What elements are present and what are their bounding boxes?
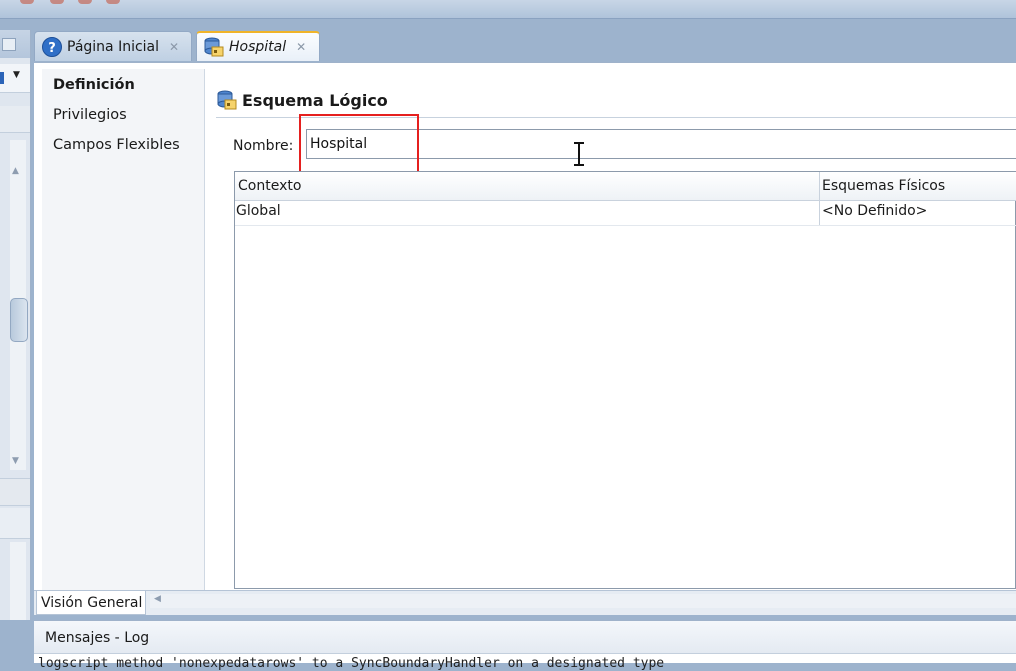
- scroll-down-icon[interactable]: ▼: [12, 456, 19, 466]
- tab-vision-general[interactable]: Visión General: [36, 591, 146, 615]
- column-header-contexto[interactable]: Contexto: [238, 178, 301, 194]
- chevron-down-icon[interactable]: ▼: [13, 70, 20, 80]
- log-line: logscript method 'nonexpedatarows' to a …: [38, 656, 665, 671]
- text-cursor-icon: [574, 142, 584, 166]
- table-cell[interactable]: Global: [236, 203, 281, 219]
- left-panel-separator: [0, 106, 30, 133]
- column-header-esquemas-fisicos[interactable]: Esquemas Físicos: [822, 178, 945, 194]
- definition-nav: Definición Privilegios Campos Flexibles: [42, 69, 205, 591]
- messages-header: Mensajes - Log: [34, 621, 1016, 654]
- messages-panel: Mensajes - Log logscript method 'nonexpe…: [34, 620, 1016, 671]
- toolbar-glyph: [20, 0, 34, 4]
- left-side-panel: ▼ ▲ ▼: [0, 30, 31, 620]
- close-icon[interactable]: ✕: [169, 40, 179, 54]
- nav-item-definicion[interactable]: Definición: [53, 77, 135, 93]
- top-toolbar: [0, 0, 1016, 19]
- table-cell[interactable]: <No Definido>: [822, 203, 927, 219]
- logical-schema-icon: [217, 90, 237, 110]
- scroll-up-icon[interactable]: ▲: [12, 166, 19, 176]
- nav-item-campos-flexibles[interactable]: Campos Flexibles: [53, 137, 180, 153]
- left-panel-toolbar[interactable]: ▼: [0, 64, 30, 93]
- toolbar-glyph: [50, 0, 64, 4]
- context-table: Contexto Esquemas Físicos Global <No Def…: [234, 171, 1016, 589]
- section-header: Esquema Lógico: [216, 89, 388, 111]
- messages-title: Mensajes - Log: [45, 630, 150, 646]
- annotation-highlight-box: [299, 114, 419, 175]
- logical-schema-icon: [204, 37, 224, 57]
- left-panel-divider: [0, 508, 30, 539]
- toolbar-glyph: [78, 0, 92, 4]
- scroll-left-icon[interactable]: ◀: [154, 594, 161, 604]
- nombre-label: Nombre:: [233, 138, 294, 154]
- nav-item-privilegios[interactable]: Privilegios: [53, 107, 127, 123]
- editor-bottom-tabs: Visión General ◀: [34, 590, 1016, 615]
- left-panel-header: [0, 30, 30, 58]
- tool-icon[interactable]: [0, 72, 4, 84]
- tab-hospital[interactable]: Hospital ✕: [196, 31, 320, 61]
- editor-tab-bar: ? Página Inicial ✕ Hospital ✕: [34, 28, 1016, 62]
- scrollbar-thumb[interactable]: [10, 298, 28, 342]
- tab-pagina-inicial[interactable]: ? Página Inicial ✕: [34, 31, 192, 61]
- horizontal-scrollbar[interactable]: [150, 594, 1016, 608]
- tab-label: Hospital: [229, 39, 287, 55]
- toolbar-glyph: [106, 0, 120, 4]
- svg-text:?: ?: [48, 41, 56, 56]
- tab-label: Página Inicial: [67, 38, 160, 55]
- minimize-icon[interactable]: [2, 38, 16, 51]
- close-icon[interactable]: ✕: [296, 40, 306, 54]
- table-row[interactable]: Global <No Definido>: [235, 201, 1016, 226]
- page-title: Esquema Lógico: [242, 90, 388, 110]
- vertical-scrollbar[interactable]: [10, 542, 26, 620]
- table-header: Contexto Esquemas Físicos: [235, 172, 1016, 201]
- editor-panel: Definición Privilegios Campos Flexibles …: [34, 62, 1016, 591]
- help-icon: ?: [42, 36, 62, 57]
- left-panel-divider: [0, 478, 30, 506]
